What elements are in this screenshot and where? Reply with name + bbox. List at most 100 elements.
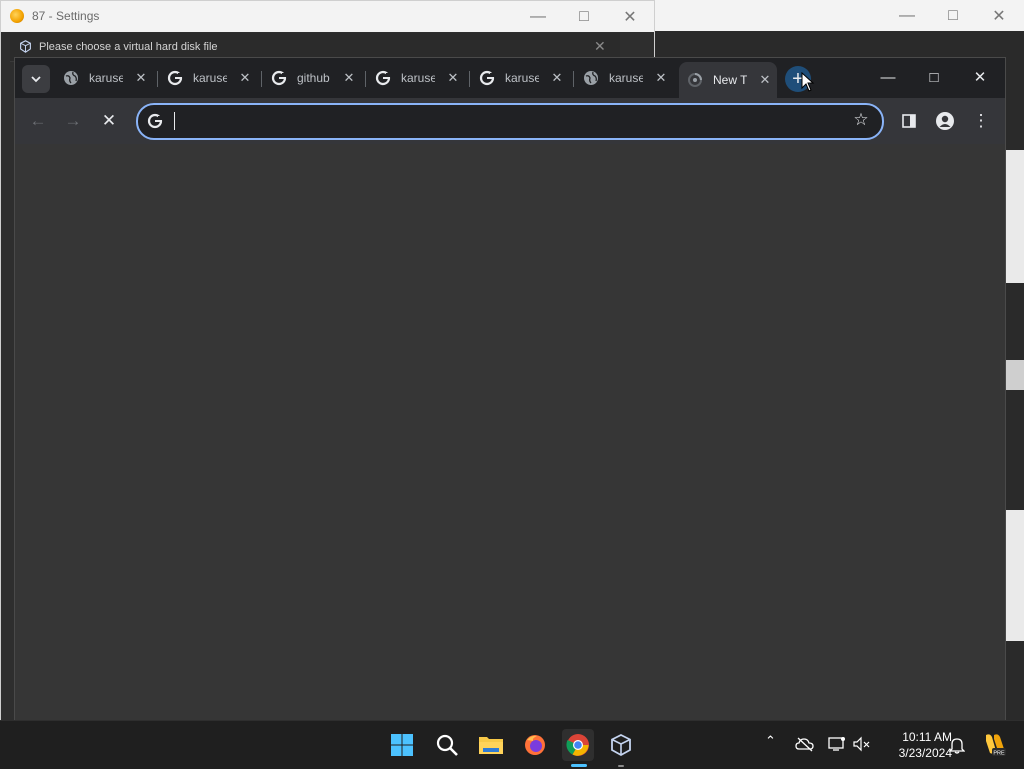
address-bar[interactable]: ☆: [136, 103, 884, 140]
browser-tab[interactable]: karuse ✕: [367, 64, 463, 92]
address-input[interactable]: [172, 109, 836, 135]
virtualbox-settings-icon: [10, 9, 24, 23]
tab-title: karuse: [401, 71, 435, 85]
notification-bell-icon[interactable]: [949, 736, 965, 754]
tab-separator: [573, 71, 574, 87]
browser-tab[interactable]: karuse ✕: [575, 64, 671, 92]
background-scroll-thumb[interactable]: [1004, 360, 1024, 390]
loading-icon: [688, 73, 702, 87]
svg-text:PRE: PRE: [993, 751, 1005, 757]
tab-close-icon[interactable]: ✕: [549, 70, 565, 86]
back-button[interactable]: ←: [25, 108, 51, 134]
google-icon: [375, 70, 391, 86]
taskbar-search-button[interactable]: [431, 729, 463, 761]
browser-tab[interactable]: karuse ✕: [55, 64, 151, 92]
search-icon: [436, 734, 458, 756]
stop-loading-button[interactable]: ✕: [96, 108, 122, 134]
minimize-button[interactable]: —: [884, 0, 930, 31]
settings-titlebar: 87 - Settings — □ ✕: [1, 1, 654, 32]
taskbar-virtualbox[interactable]: [605, 729, 637, 761]
start-button[interactable]: [386, 729, 418, 761]
tab-close-icon[interactable]: ✕: [133, 70, 149, 86]
arrow-right-icon: →: [64, 111, 82, 130]
copilot-preview-button[interactable]: PRE: [980, 731, 1006, 757]
tab-title: karuse: [193, 71, 227, 85]
clock-date: 3/23/2024: [898, 746, 952, 760]
forward-button[interactable]: →: [60, 108, 86, 134]
tab-search-button[interactable]: [22, 65, 50, 93]
settings-minimize-button[interactable]: —: [515, 1, 561, 32]
browser-tab-active[interactable]: New T ✕: [679, 62, 777, 98]
onedrive-offline-icon[interactable]: [795, 736, 815, 752]
volume-muted-icon[interactable]: [853, 736, 871, 752]
tab-close-icon[interactable]: ✕: [757, 72, 773, 88]
tab-separator: [157, 71, 158, 87]
firefox-icon: [525, 735, 545, 755]
profile-button[interactable]: [932, 108, 958, 134]
chevron-up-icon: ⌃: [765, 733, 776, 748]
close-icon: ✕: [101, 111, 117, 130]
dialog-close-button[interactable]: ✕: [594, 38, 606, 55]
page-content: [15, 144, 1005, 722]
arrow-left-icon: ←: [29, 111, 47, 130]
tab-close-icon[interactable]: ✕: [445, 70, 461, 86]
google-icon: [147, 113, 163, 129]
chevron-down-icon: [31, 76, 41, 83]
tab-close-icon[interactable]: ✕: [237, 70, 253, 86]
network-icon[interactable]: [828, 736, 846, 752]
chrome-minimize-button[interactable]: —: [865, 58, 911, 96]
profile-icon: [936, 112, 954, 130]
virtualbox-icon: [611, 733, 631, 757]
tab-strip: karuse ✕ karuse ✕ github ✕ karuse ✕ karu…: [15, 58, 1005, 98]
side-panel-button[interactable]: [896, 108, 922, 134]
tab-title: karuse: [609, 71, 643, 85]
tab-separator: [365, 71, 366, 87]
tab-separator: [469, 71, 470, 87]
bookmark-star-icon[interactable]: ☆: [852, 111, 870, 129]
background-window-titlebar: — □ ✕: [654, 0, 1024, 31]
dialog-title: Please choose a virtual hard disk file: [39, 41, 218, 53]
settings-close-button[interactable]: ✕: [607, 1, 653, 32]
chrome-close-button[interactable]: ✕: [957, 58, 1003, 96]
settings-window-title: 87 - Settings: [32, 9, 100, 23]
tab-title: karuse: [89, 71, 123, 85]
chrome-icon: [566, 734, 589, 756]
tab-title: karuse: [505, 71, 539, 85]
tab-close-icon[interactable]: ✕: [341, 70, 357, 86]
browser-tab[interactable]: karuse ✕: [471, 64, 567, 92]
tab-title: New T: [713, 73, 747, 87]
more-vert-icon: ⋮: [972, 111, 990, 130]
google-icon: [167, 70, 183, 86]
mouse-cursor-icon: [801, 72, 815, 92]
menu-button[interactable]: ⋮: [968, 108, 994, 134]
windows-start-icon: [391, 734, 413, 756]
clock-time: 10:11 AM: [902, 730, 952, 744]
chrome-active-indicator: [571, 764, 587, 767]
system-clock[interactable]: 10:11 AM 3/23/2024: [876, 729, 952, 761]
taskbar-firefox[interactable]: [519, 729, 551, 761]
tab-separator: [261, 71, 262, 87]
file-explorer-icon: [479, 737, 503, 754]
side-panel-icon: [902, 114, 916, 128]
chrome-window: karuse ✕ karuse ✕ github ✕ karuse ✕ karu…: [14, 57, 1006, 723]
virtualbox-running-indicator: [618, 765, 624, 767]
globe-icon: [64, 71, 78, 85]
taskbar-file-explorer[interactable]: [475, 729, 507, 761]
browser-toolbar: ← → ✕ ☆ ⋮: [15, 98, 1005, 144]
google-icon: [479, 70, 495, 86]
virtualbox-cube-icon: [20, 40, 31, 53]
taskbar-chrome[interactable]: [562, 729, 594, 761]
browser-tab[interactable]: github ✕: [263, 64, 359, 92]
maximize-button[interactable]: □: [930, 0, 976, 31]
globe-icon: [584, 71, 598, 85]
tab-title: github: [297, 71, 330, 85]
chrome-maximize-button[interactable]: □: [911, 58, 957, 96]
close-button[interactable]: ✕: [976, 0, 1022, 31]
taskbar: ⌃ 10:11 AM 3/23/2024 PRE: [0, 720, 1024, 769]
tab-close-icon[interactable]: ✕: [653, 70, 669, 86]
browser-tab[interactable]: karuse ✕: [159, 64, 255, 92]
settings-maximize-button[interactable]: □: [561, 1, 607, 32]
text-cursor: [174, 112, 175, 130]
show-hidden-icons-button[interactable]: ⌃: [765, 733, 776, 749]
background-panel-edge: [1004, 510, 1024, 641]
